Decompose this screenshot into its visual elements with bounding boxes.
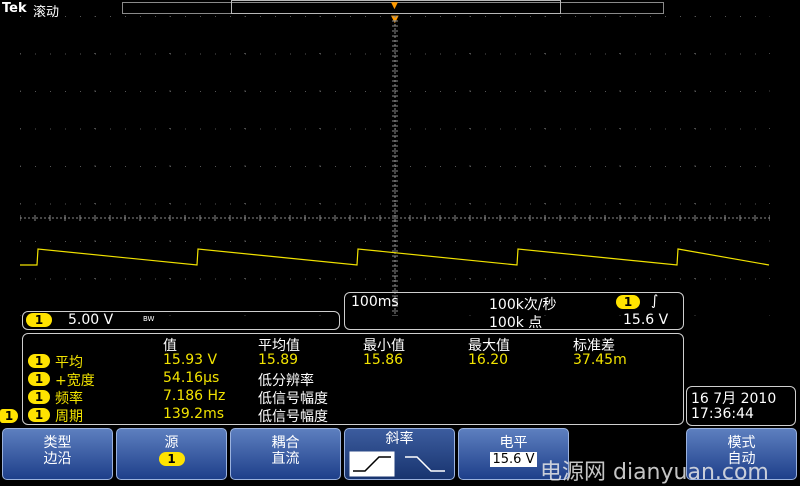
meas-row-badge: 1: [28, 354, 50, 368]
graticule-center-lines: [20, 16, 770, 316]
meas-value: 54.16μs: [163, 370, 220, 386]
meas-value: 7.186 Hz: [163, 388, 226, 404]
trigger-level-label: 电平: [499, 435, 528, 451]
trigger-coupling-value: 直流: [271, 451, 300, 467]
trigger-type-label: 类型: [43, 435, 72, 451]
trigger-type-button[interactable]: 类型 边沿: [2, 428, 113, 480]
rising-edge-icon: ∫: [651, 293, 659, 309]
timebase-trigger-readout[interactable]: 100ms 100k次/秒 100k 点 1 ∫ 15.6 V: [344, 292, 684, 331]
trigger-source-label: 源: [164, 435, 179, 451]
date-text: 16 7月 2010: [691, 391, 777, 407]
slope-options: [349, 451, 445, 477]
meas-name-period: 周期: [55, 409, 83, 425]
ch1-scale-readout[interactable]: 1 5.00 V BW: [22, 311, 340, 330]
meas-row-badge: 1: [28, 372, 50, 386]
trigger-source-button[interactable]: 源 1: [116, 428, 227, 480]
trigger-level-value: 15.6 V: [489, 452, 538, 467]
meas-status: 低信号幅度: [258, 391, 328, 407]
trigger-coupling-button[interactable]: 耦合 直流: [230, 428, 341, 480]
meas-status: 低分辨率: [258, 373, 314, 389]
meas-value: 139.2ms: [163, 406, 225, 422]
trigger-mode-label: 模式: [727, 435, 756, 451]
trigger-position-marker-icon: ▼: [391, 1, 398, 11]
time-text: 17:36:44: [691, 406, 754, 422]
datetime-readout: 16 7月 2010 17:36:44: [686, 386, 796, 426]
trigger-slope-button[interactable]: 斜率: [344, 428, 455, 480]
ch1-badge: 1: [26, 313, 52, 327]
trigger-type-value: 边沿: [43, 451, 72, 467]
meas-max: 16.20: [468, 352, 509, 368]
falling-slope-icon: [405, 456, 445, 472]
waveform-graticule: [20, 16, 770, 316]
measurement-panel: 值 平均值 最小值 最大值 标准差 1 平均 15.93 V 15.89 15.…: [22, 333, 684, 425]
meas-row-badge: 1: [28, 390, 50, 404]
trigger-coupling-label: 耦合: [271, 435, 300, 451]
watermark: 电源网 dianyuan.com: [540, 460, 769, 485]
meas-status: 低信号幅度: [258, 409, 328, 425]
record-length: 100k 点: [489, 315, 543, 331]
meas-value: 15.93 V: [163, 352, 218, 368]
trigger-source-value: 1: [158, 452, 185, 466]
tek-logo: Tek: [2, 1, 27, 16]
time-per-div: 100ms: [351, 294, 399, 310]
meas-std: 37.45m: [573, 352, 627, 368]
meas-name-mean: 平均: [55, 355, 83, 371]
meas-row-badge: 1: [28, 408, 50, 422]
sample-rate: 100k次/秒: [489, 297, 557, 313]
bandwidth-limit-icon: BW: [143, 315, 155, 323]
trigger-slope-label: 斜率: [385, 431, 414, 447]
trigger-source-badge: 1: [616, 295, 640, 309]
trigger-level: 15.6 V: [623, 312, 669, 328]
meas-name-frequency: 频率: [55, 391, 83, 407]
meas-mean: 15.89: [258, 352, 299, 368]
meas-name-pos-width: +宽度: [55, 373, 95, 389]
meas-min: 15.86: [363, 352, 404, 368]
ch1-ground-marker[interactable]: 1: [0, 409, 18, 423]
ch1-scale-value: 5.00 V: [68, 312, 114, 328]
